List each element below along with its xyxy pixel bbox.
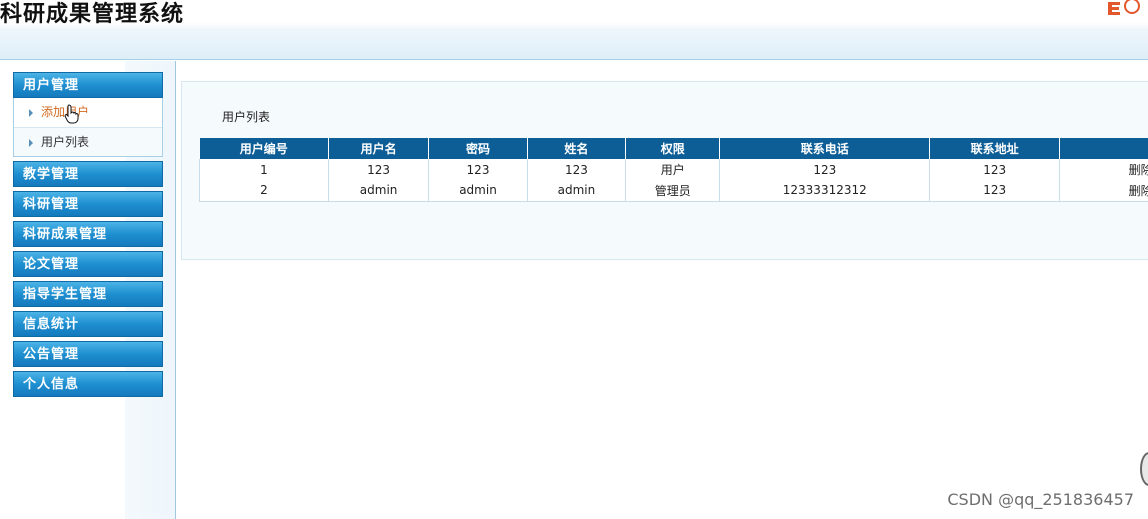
menu-group-announcements[interactable]: 公告管理	[13, 341, 163, 367]
delete-link[interactable]: 删除	[1067, 161, 1148, 178]
column-header-permission: 权限	[625, 138, 721, 159]
menu-group-personal-info[interactable]: 个人信息	[13, 371, 163, 397]
cell-phone: 123	[719, 159, 931, 180]
menu-group-teaching-management[interactable]: 教学管理	[13, 161, 163, 187]
column-header-username: 用户名	[328, 138, 430, 159]
column-header-address: 联系地址	[929, 138, 1061, 159]
cell-password: admin	[428, 180, 528, 202]
column-header-password: 密码	[428, 138, 528, 159]
cell-address: 123	[929, 180, 1061, 202]
menu-group-paper-management[interactable]: 论文管理	[13, 251, 163, 277]
cell-actions: 删除	[1059, 180, 1148, 202]
floating-scroll-button[interactable]	[1140, 452, 1148, 486]
column-header-user-id: 用户编号	[199, 138, 329, 159]
column-header-name: 姓名	[527, 138, 627, 159]
brand-logo-icon	[1108, 0, 1140, 15]
column-header-phone: 联系电话	[719, 138, 931, 159]
sidebar-item-user-list[interactable]: 用户列表	[14, 127, 162, 156]
menu-group-statistics[interactable]: 信息统计	[13, 311, 163, 337]
table-row: 2 admin admin admin 管理员 12333312312 123 …	[199, 180, 1148, 202]
menu-group-user-management[interactable]: 用户管理	[13, 72, 163, 98]
cell-password: 123	[428, 159, 528, 180]
table-row: 1 123 123 123 用户 123 123 删除	[199, 159, 1148, 180]
user-table: 用户编号 用户名 密码 姓名 权限 联系电话 联系地址 1 123 123 12…	[199, 138, 1148, 202]
triangle-right-icon	[29, 138, 33, 147]
cell-permission: 用户	[625, 159, 721, 180]
sidebar-menu: 用户管理 添加用户 用户列表 教学管理 科研管理 科研成果管理 论文管理 指导学…	[13, 72, 163, 401]
menu-group-student-guidance[interactable]: 指导学生管理	[13, 281, 163, 307]
header-bar: 科研成果管理系统	[0, 0, 1148, 60]
menu-group-research-results[interactable]: 科研成果管理	[13, 221, 163, 247]
watermark: CSDN @qq_251836457	[947, 490, 1134, 509]
cell-permission: 管理员	[625, 180, 721, 202]
menu-group-research-management[interactable]: 科研管理	[13, 191, 163, 217]
column-header-actions	[1059, 138, 1148, 159]
hand-pointer-cursor-icon	[64, 104, 79, 124]
table-header-row: 用户编号 用户名 密码 姓名 权限 联系电话 联系地址	[199, 138, 1148, 159]
cell-address: 123	[929, 159, 1061, 180]
delete-link[interactable]: 删除	[1067, 182, 1148, 199]
triangle-right-icon	[29, 108, 33, 117]
page-title: 用户列表	[222, 110, 271, 124]
cell-actions: 删除	[1059, 159, 1148, 180]
content-panel: 用户列表 用户编号 用户名 密码 姓名 权限 联系电话 联系地址 1 123 1…	[181, 81, 1148, 260]
cell-name: 123	[527, 159, 627, 180]
cell-user-id: 1	[199, 159, 329, 180]
cell-username: admin	[328, 180, 430, 202]
submenu-user-management: 添加用户 用户列表	[13, 98, 163, 157]
sidebar-item-add-user[interactable]: 添加用户	[14, 98, 162, 127]
app-title: 科研成果管理系统	[0, 1, 185, 27]
cell-name: admin	[527, 180, 627, 202]
sidebar-item-label: 用户列表	[41, 135, 90, 149]
cell-username: 123	[328, 159, 430, 180]
cell-user-id: 2	[199, 180, 329, 202]
sidebar: 用户管理 添加用户 用户列表 教学管理 科研管理 科研成果管理 论文管理 指导学…	[0, 61, 176, 519]
cell-phone: 12333312312	[719, 180, 931, 202]
